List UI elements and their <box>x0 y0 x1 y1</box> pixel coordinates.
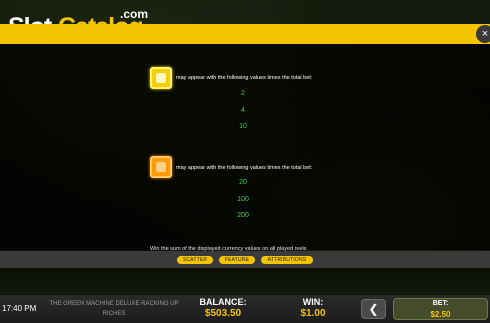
orange-square-symbol-icon <box>150 156 172 178</box>
symbol1-value: 2 <box>241 90 245 97</box>
page-title: GAME RULES <box>203 3 287 17</box>
symbol1-value: 4 <box>241 107 245 114</box>
balance-label: BALANCE: <box>199 297 247 307</box>
balance-value: $503.50 <box>204 308 242 319</box>
symbol2-value: 20 <box>239 179 247 186</box>
symbol2-description: may appear with the following values tim… <box>176 165 313 171</box>
close-button[interactable]: × <box>476 25 490 43</box>
win-label: WIN: <box>302 297 324 307</box>
reel-area <box>0 268 490 295</box>
symbol1-description: may appear with the following values tim… <box>176 75 313 81</box>
game-name: THE GREEN MACHINE DELUXE RACKING UP RICH… <box>49 301 179 317</box>
symbol2-value: 200 <box>237 212 249 219</box>
tab-feature[interactable]: FEATURE <box>219 256 255 264</box>
tab-attributions[interactable]: ATTRIBUTIONS <box>261 256 313 264</box>
title-bar <box>0 24 490 44</box>
back-button[interactable]: ❮ <box>361 299 386 319</box>
tab-scatter[interactable]: SCATTER <box>177 256 213 264</box>
clock: 17:40 PM <box>2 304 37 313</box>
win-value: $1.00 <box>300 308 326 319</box>
bet-label: BET: <box>432 300 449 307</box>
symbol1-value: 10 <box>239 123 247 130</box>
yellow-square-symbol-icon <box>150 67 172 89</box>
symbol2-value: 100 <box>237 196 249 203</box>
bet-value: $2.50 <box>430 310 451 319</box>
